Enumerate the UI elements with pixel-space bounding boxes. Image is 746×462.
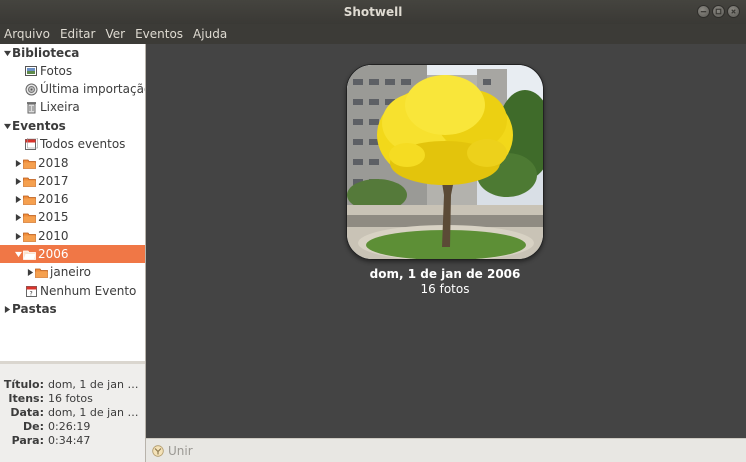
metadata-key: Título: — [3, 377, 44, 391]
expander-collapsed-icon[interactable] — [13, 172, 23, 190]
minimize-icon — [700, 11, 707, 13]
close-icon — [731, 9, 736, 14]
sidebar-item-library[interactable]: Biblioteca — [0, 44, 145, 62]
maximize-button[interactable] — [712, 5, 725, 18]
expander-collapsed-icon[interactable] — [13, 227, 23, 245]
window-title: Shotwell — [343, 5, 403, 19]
folder-icon — [35, 266, 48, 279]
metadata-value: 0:34:47 — [48, 433, 91, 447]
sidebar-item-label: Eventos — [12, 119, 66, 133]
minimize-button[interactable] — [697, 5, 710, 18]
folder-icon — [23, 193, 36, 206]
metadata-value: 16 fotos — [48, 391, 93, 405]
metadata-items-row: Itens: 16 fotos — [0, 391, 145, 405]
sidebar-item-year-2015[interactable]: 2015 — [0, 208, 145, 226]
folder-open-icon — [23, 248, 36, 261]
sidebar-item-label: 2017 — [38, 174, 69, 188]
sidebar-item-year-2010[interactable]: 2010 — [0, 227, 145, 245]
expander-collapsed-icon[interactable] — [2, 300, 12, 318]
sidebar-item-month-janeiro[interactable]: janeiro — [0, 263, 145, 281]
metadata-value: dom, 1 de jan de 2006 — [48, 377, 143, 391]
menu-editar[interactable]: Editar — [60, 27, 96, 41]
metadata-panel: Título: dom, 1 de jan de 2006 Itens: 16 … — [0, 364, 145, 462]
photos-icon — [25, 65, 38, 78]
sidebar-item-label: Lixeira — [40, 100, 80, 114]
svg-text:?: ? — [30, 290, 33, 297]
sidebar-item-label: Todos eventos — [40, 137, 126, 151]
bottom-toolbar: Unir — [146, 438, 746, 462]
sidebar-item-label: 2015 — [38, 210, 69, 224]
expander-collapsed-icon[interactable] — [25, 263, 35, 281]
expander-collapsed-icon[interactable] — [13, 208, 23, 226]
sidebar-item-label: Última importação — [40, 82, 145, 96]
metadata-key: De: — [23, 419, 44, 433]
merge-button-label: Unir — [168, 443, 193, 458]
metadata-date-row: Data: dom, 1 de jan de 2006 — [0, 405, 145, 419]
expander-expanded-icon[interactable] — [13, 245, 23, 263]
sidebar-item-year-2006[interactable]: 2006 — [0, 245, 145, 263]
metadata-key: Para: — [11, 433, 44, 447]
merge-button[interactable]: Unir — [152, 444, 193, 458]
menubar: Arquivo Editar Ver Eventos Ajuda — [0, 24, 746, 44]
metadata-key: Data: — [10, 405, 44, 419]
sidebar-item-label: 2018 — [38, 156, 69, 170]
sidebar-item-label: janeiro — [50, 265, 92, 279]
trash-icon — [25, 101, 38, 114]
sidebar-item-label: 2016 — [38, 192, 69, 206]
sidebar-item-label: 2010 — [38, 229, 69, 243]
sidebar-item-year-2018[interactable]: 2018 — [0, 154, 145, 172]
sidebar: Biblioteca Fotos Última importação Lixei… — [0, 44, 145, 361]
expander-collapsed-icon[interactable] — [13, 190, 23, 208]
sidebar-item-folders[interactable]: Pastas — [0, 300, 145, 318]
sidebar-item-label: Pastas — [12, 302, 57, 316]
sidebar-item-year-2016[interactable]: 2016 — [0, 190, 145, 208]
sidebar-item-label: 2006 — [38, 247, 69, 261]
event-title: dom, 1 de jan de 2006 — [369, 267, 521, 281]
expander-expanded-icon[interactable] — [2, 117, 12, 135]
tree-photo-image — [347, 65, 543, 259]
folder-icon — [23, 211, 36, 224]
sidebar-item-no-event[interactable]: ? Nenhum Evento — [0, 282, 145, 300]
expander-expanded-icon[interactable] — [2, 44, 12, 62]
expander-collapsed-icon[interactable] — [13, 154, 23, 172]
sidebar-item-events[interactable]: Eventos — [0, 117, 145, 135]
folder-icon — [23, 175, 36, 188]
sidebar-item-trash[interactable]: Lixeira — [0, 98, 145, 116]
calendar-icon — [25, 137, 38, 151]
metadata-key: Itens: — [8, 391, 44, 405]
event-thumbnail[interactable] — [346, 64, 544, 260]
close-button[interactable] — [727, 5, 740, 18]
maximize-icon — [715, 8, 722, 15]
sidebar-item-label: Biblioteca — [12, 46, 80, 60]
metadata-title-row: Título: dom, 1 de jan de 2006 — [0, 377, 145, 391]
sidebar-item-last-import[interactable]: Última importação — [0, 80, 145, 98]
folder-icon — [23, 157, 36, 170]
menu-ver[interactable]: Ver — [105, 27, 125, 41]
no-event-icon: ? — [25, 285, 38, 298]
menu-ajuda[interactable]: Ajuda — [193, 27, 227, 41]
folder-icon — [23, 230, 36, 243]
menu-eventos[interactable]: Eventos — [135, 27, 183, 41]
event-card[interactable]: dom, 1 de jan de 2006 16 fotos — [346, 64, 544, 324]
metadata-value: 0:26:19 — [48, 419, 91, 433]
metadata-value: dom, 1 de jan de 2006 — [48, 405, 143, 419]
metadata-to-row: Para: 0:34:47 — [0, 433, 145, 447]
metadata-from-row: De: 0:26:19 — [0, 419, 145, 433]
merge-icon — [152, 444, 164, 457]
sidebar-item-label: Fotos — [40, 64, 73, 78]
event-photo-count: 16 fotos — [420, 282, 470, 296]
import-icon — [25, 83, 38, 96]
menu-arquivo[interactable]: Arquivo — [4, 27, 50, 41]
sidebar-item-year-2017[interactable]: 2017 — [0, 172, 145, 190]
sidebar-item-photos[interactable]: Fotos — [0, 62, 145, 80]
event-viewer: dom, 1 de jan de 2006 16 fotos — [146, 44, 746, 438]
window-titlebar: Shotwell — [0, 0, 746, 24]
sidebar-item-all-events[interactable]: Todos eventos — [0, 135, 145, 153]
sidebar-item-label: Nenhum Evento — [40, 284, 137, 298]
